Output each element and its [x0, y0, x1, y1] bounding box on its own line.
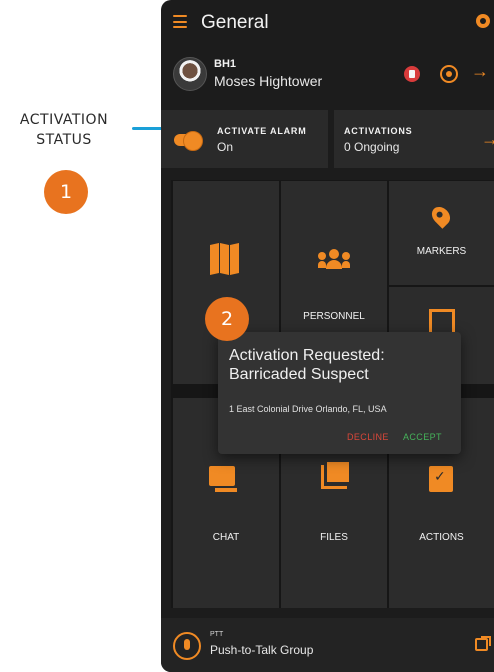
- activation-request-dialog: Activation Requested: Barricaded Suspect…: [218, 332, 461, 454]
- people-icon: [318, 249, 350, 269]
- tile-actions-label: ACTIONS: [419, 532, 464, 543]
- settings-icon[interactable]: [476, 14, 490, 28]
- tile-chat-label: CHAT: [212, 532, 240, 543]
- clipboard-icon: [429, 466, 453, 492]
- menu-icon[interactable]: [173, 15, 187, 28]
- dialog-address: 1 East Colonial Drive Orlando, FL, USA: [229, 404, 387, 414]
- target-icon[interactable]: [440, 65, 458, 83]
- activations-label: ACTIVATIONS: [344, 126, 413, 136]
- top-app-bar: General: [161, 0, 494, 48]
- user-callsign: BH1: [214, 58, 237, 70]
- activations-value: 0 Ongoing: [344, 140, 400, 154]
- activate-alarm-tile[interactable]: ACTIVATE ALARM On: [161, 110, 328, 168]
- tile-markers-label: MARKERS: [416, 246, 467, 257]
- page-title: General: [201, 12, 269, 33]
- ptt-bar: PTT Push-to-Talk Group: [161, 618, 494, 672]
- marker-pin-icon: [428, 203, 454, 229]
- user-name: Moses Hightower: [214, 73, 323, 89]
- dialog-title: Activation Requested: Barricaded Suspect: [229, 347, 385, 383]
- decline-button[interactable]: DECLINE: [347, 432, 389, 442]
- user-row[interactable]: BH1 Moses Hightower →: [161, 48, 494, 100]
- microphone-icon[interactable]: [173, 632, 201, 660]
- frame-icon: [429, 309, 455, 333]
- callout-badge-2: 2: [205, 297, 249, 341]
- tile-files-label: FILES: [320, 532, 348, 543]
- map-icon: [210, 243, 239, 275]
- arrow-right-icon[interactable]: →: [471, 61, 489, 82]
- activate-alarm-label: ACTIVATE ALARM: [217, 126, 307, 136]
- screenshot: ACTIVATION STATUS 1 General BH1 Moses Hi…: [0, 0, 494, 672]
- accept-button[interactable]: ACCEPT: [403, 432, 442, 442]
- external-link-icon[interactable]: [475, 636, 491, 651]
- files-icon: [321, 462, 349, 489]
- tile-personnel-label: PERSONNEL: [303, 311, 365, 322]
- ptt-group-name[interactable]: Push-to-Talk Group: [210, 643, 313, 657]
- avatar: [173, 57, 207, 91]
- alarm-toggle[interactable]: [174, 131, 203, 151]
- ptt-label: PTT: [210, 631, 224, 638]
- arrow-right-icon[interactable]: →: [481, 129, 494, 150]
- activate-alarm-value: On: [217, 140, 234, 154]
- chat-icon: [209, 466, 237, 492]
- status-icon[interactable]: [404, 66, 420, 82]
- callout-badge-1: 1: [44, 170, 88, 214]
- activations-tile[interactable]: ACTIVATIONS 0 Ongoing →: [334, 110, 494, 168]
- activation-status-callout: ACTIVATION STATUS: [19, 112, 109, 148]
- tile-markers[interactable]: MARKERS: [389, 181, 494, 285]
